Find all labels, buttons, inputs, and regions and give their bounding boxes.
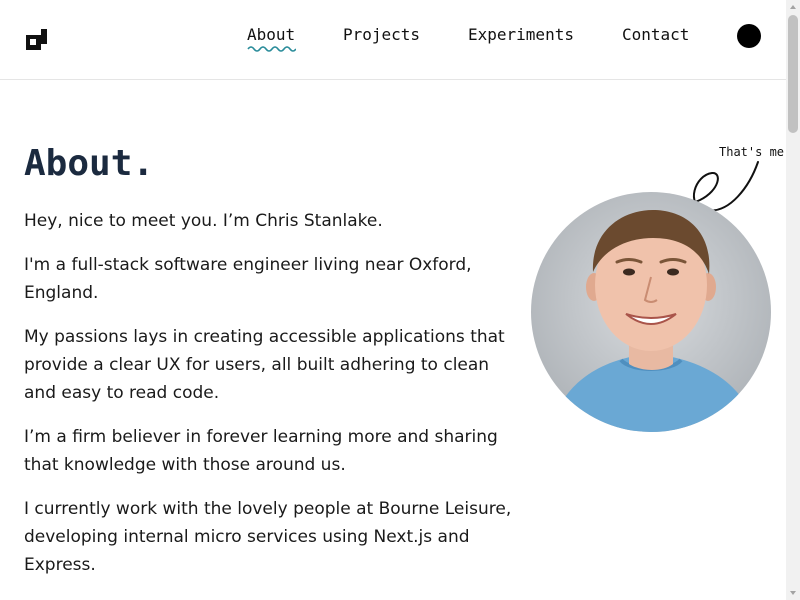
profile-photo [531, 192, 771, 432]
page-title: About. [24, 143, 155, 184]
scroll-up-arrow-icon[interactable] [786, 0, 800, 14]
nav-link-contact[interactable]: Contact [622, 25, 689, 45]
theme-toggle-button[interactable] [737, 24, 761, 48]
nav-link-projects[interactable]: Projects [343, 25, 420, 45]
intro-paragraph: I currently work with the lovely people … [24, 499, 512, 575]
scroll-down-arrow-icon[interactable] [786, 586, 800, 600]
intro-paragraph: I'm a full-stack software engineer livin… [24, 255, 472, 303]
site-header: About Projects Experiments Contact [0, 0, 786, 80]
intro-paragraph: Hey, nice to meet you. I’m Chris Stanlak… [24, 211, 383, 231]
scrollbar-thumb[interactable] [788, 15, 798, 133]
intro-text: Hey, nice to meet you. I’m Chris Stanlak… [24, 207, 514, 595]
intro-paragraph: I’m a firm believer in forever learning … [24, 427, 498, 475]
intro-paragraph: My passions lays in creating accessible … [24, 327, 505, 403]
nav-link-experiments[interactable]: Experiments [468, 25, 574, 45]
logo-icon[interactable] [26, 29, 47, 50]
vertical-scrollbar[interactable] [786, 0, 800, 600]
nav-link-about[interactable]: About [247, 25, 295, 45]
nav-active-wavy-underline [247, 46, 296, 52]
